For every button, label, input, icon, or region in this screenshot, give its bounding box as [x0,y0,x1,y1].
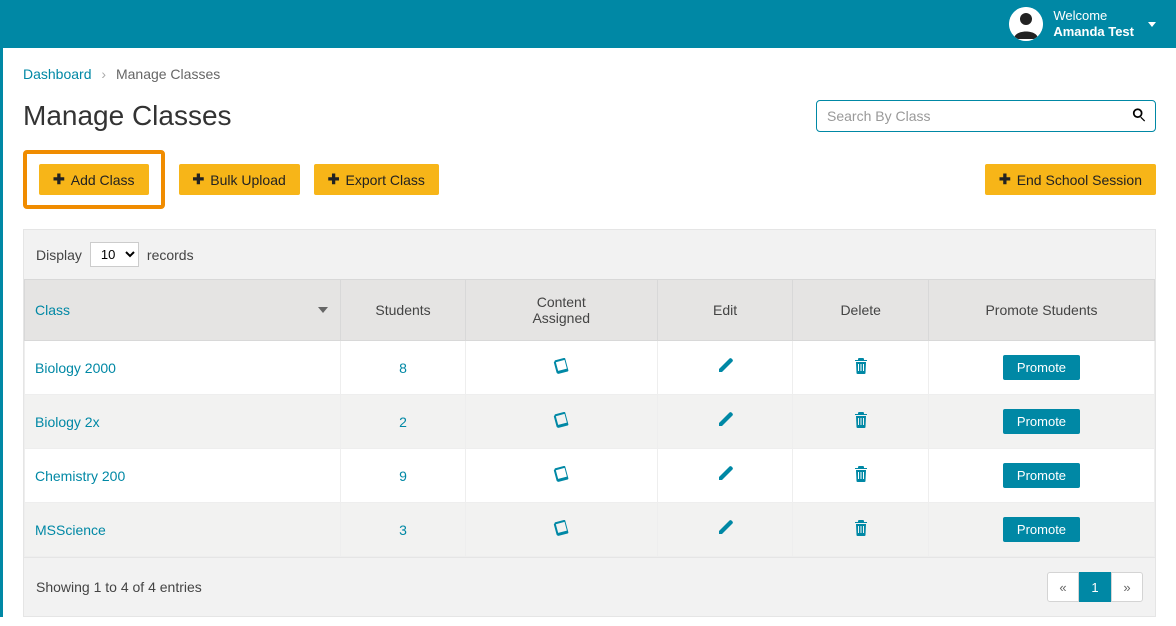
pencil-icon[interactable] [717,523,733,539]
col-edit[interactable]: Edit [657,280,793,341]
sort-caret-icon [318,307,328,313]
table-row: MSScience 3 Promote [25,503,1155,557]
plus-icon: ✚ [999,171,1011,188]
promote-button[interactable]: Promote [1003,355,1080,380]
add-class-button[interactable]: ✚ Add Class [39,164,149,195]
welcome-label: Welcome [1053,8,1134,24]
pagination: « 1 » [1047,572,1143,602]
book-icon[interactable] [553,415,569,431]
search-input[interactable] [816,100,1156,132]
trash-icon[interactable] [853,415,869,431]
plus-icon: ✚ [53,171,65,188]
end-session-label: End School Session [1017,172,1142,188]
username: Amanda Test [1053,24,1134,40]
pagination-prev[interactable]: « [1047,572,1079,602]
col-promote[interactable]: Promote Students [928,280,1154,341]
table-panel: Display 10 records Class Students Conten… [23,229,1156,617]
topbar: Welcome Amanda Test [0,0,1176,48]
end-session-button[interactable]: ✚ End School Session [985,164,1156,195]
promote-button[interactable]: Promote [1003,517,1080,542]
col-class[interactable]: Class [25,280,341,341]
book-icon[interactable] [553,361,569,377]
pagination-page-1[interactable]: 1 [1079,572,1111,602]
display-select[interactable]: 10 [90,242,139,267]
avatar [1009,7,1043,41]
col-content-assigned[interactable]: Content Assigned [465,280,657,341]
display-label-pre: Display [36,247,82,263]
caret-down-icon [1148,22,1156,27]
pencil-icon[interactable] [717,415,733,431]
classes-table: Class Students Content Assigned Edit Del… [24,279,1155,557]
add-class-label: Add Class [71,172,135,188]
class-link[interactable]: Biology 2000 [35,360,116,376]
bulk-upload-button[interactable]: ✚ Bulk Upload [179,164,300,195]
add-class-highlight: ✚ Add Class [23,150,165,209]
search-wrap [816,100,1156,132]
breadcrumb-separator: › [101,66,106,82]
breadcrumb-current: Manage Classes [116,66,220,82]
page-title: Manage Classes [23,100,232,132]
pencil-icon[interactable] [717,469,733,485]
trash-icon[interactable] [853,469,869,485]
students-count[interactable]: 9 [399,468,407,484]
table-row: Chemistry 200 9 Promote [25,449,1155,503]
plus-icon: ✚ [193,171,205,188]
class-link[interactable]: MSScience [35,522,106,538]
pagination-next[interactable]: » [1111,572,1143,602]
user-text: Welcome Amanda Test [1053,8,1134,39]
col-delete[interactable]: Delete [793,280,929,341]
bulk-upload-label: Bulk Upload [210,172,286,188]
students-count[interactable]: 3 [399,522,407,538]
export-class-label: Export Class [346,172,425,188]
students-count[interactable]: 2 [399,414,407,430]
book-icon[interactable] [553,469,569,485]
breadcrumb: Dashboard › Manage Classes [3,48,1176,92]
col-students[interactable]: Students [341,280,465,341]
display-label-post: records [147,247,194,263]
table-footer-text: Showing 1 to 4 of 4 entries [36,579,202,595]
pencil-icon[interactable] [717,361,733,377]
book-icon[interactable] [553,523,569,539]
trash-icon[interactable] [853,361,869,377]
class-link[interactable]: Biology 2x [35,414,100,430]
table-row: Biology 2000 8 Promote [25,341,1155,395]
table-row: Biology 2x 2 Promote [25,395,1155,449]
class-link[interactable]: Chemistry 200 [35,468,125,484]
students-count[interactable]: 8 [399,360,407,376]
breadcrumb-dashboard[interactable]: Dashboard [23,66,92,82]
promote-button[interactable]: Promote [1003,463,1080,488]
trash-icon[interactable] [853,523,869,539]
user-menu[interactable]: Welcome Amanda Test [1009,7,1156,41]
plus-icon: ✚ [328,171,340,188]
export-class-button[interactable]: ✚ Export Class [314,164,439,195]
promote-button[interactable]: Promote [1003,409,1080,434]
